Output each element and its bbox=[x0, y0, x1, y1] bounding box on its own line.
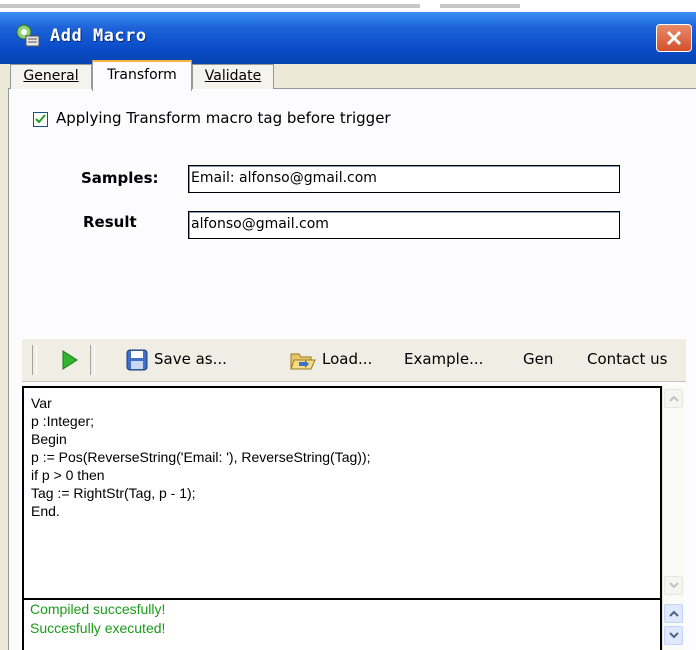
script-editor[interactable]: Var p :Integer; Begin p := Pos(ReverseSt… bbox=[22, 386, 662, 600]
log-scroll-up-button[interactable] bbox=[664, 604, 683, 623]
editor-scroll-up-button[interactable] bbox=[664, 389, 683, 408]
window-title: Add Macro bbox=[50, 26, 147, 46]
apply-transform-label[interactable]: Applying Transform macro tag before trig… bbox=[56, 109, 391, 127]
log-scrollbar[interactable] bbox=[662, 600, 684, 650]
result-label: Result bbox=[83, 213, 137, 231]
contact-us-button[interactable]: Contact us bbox=[587, 350, 667, 368]
samples-input[interactable]: Email: alfonso@gmail.com bbox=[188, 165, 620, 193]
chevron-up-icon bbox=[669, 395, 679, 402]
log-line: Compiled succesfully! bbox=[30, 601, 166, 617]
log-scroll-down-button[interactable] bbox=[664, 626, 683, 645]
toolbar-separator bbox=[90, 345, 95, 375]
checkmark-icon bbox=[35, 114, 46, 124]
title-bar[interactable]: Add Macro bbox=[0, 12, 696, 64]
chevron-up-icon bbox=[669, 610, 679, 617]
close-button[interactable] bbox=[656, 24, 692, 52]
chevron-down-icon bbox=[669, 582, 679, 589]
add-macro-window: Add Macro General Transform Validate App… bbox=[0, 0, 696, 650]
samples-label: Samples: bbox=[81, 169, 159, 187]
run-button[interactable] bbox=[62, 350, 78, 374]
load-label: Load... bbox=[322, 350, 373, 368]
play-icon bbox=[62, 350, 78, 370]
example-button[interactable]: Example... bbox=[404, 350, 483, 368]
editor-scrollbar[interactable] bbox=[662, 386, 684, 600]
tab-validate[interactable]: Validate bbox=[192, 64, 274, 89]
chevron-down-icon bbox=[669, 632, 679, 639]
background-strip bbox=[0, 0, 696, 12]
macro-app-icon bbox=[14, 22, 42, 50]
floppy-disk-icon bbox=[126, 349, 148, 371]
editor-scroll-down-button[interactable] bbox=[664, 576, 683, 595]
log-line: Succesfully executed! bbox=[30, 620, 166, 636]
apply-transform-checkbox[interactable] bbox=[33, 112, 48, 127]
tab-general[interactable]: General bbox=[10, 64, 92, 89]
output-log: Compiled succesfully! Succesfully execut… bbox=[22, 600, 662, 650]
save-as-label: Save as... bbox=[154, 350, 227, 368]
result-input[interactable]: alfonso@gmail.com bbox=[188, 211, 620, 239]
close-icon bbox=[666, 30, 682, 46]
script-code[interactable]: Var p :Integer; Begin p := Pos(ReverseSt… bbox=[24, 388, 660, 526]
toolbar-grip[interactable] bbox=[32, 345, 37, 375]
gen-button[interactable]: Gen bbox=[523, 350, 553, 368]
script-toolbar: Save as... Load... Example... Gen Contac… bbox=[22, 338, 686, 382]
tab-transform[interactable]: Transform bbox=[92, 60, 192, 91]
folder-open-icon bbox=[290, 353, 316, 370]
